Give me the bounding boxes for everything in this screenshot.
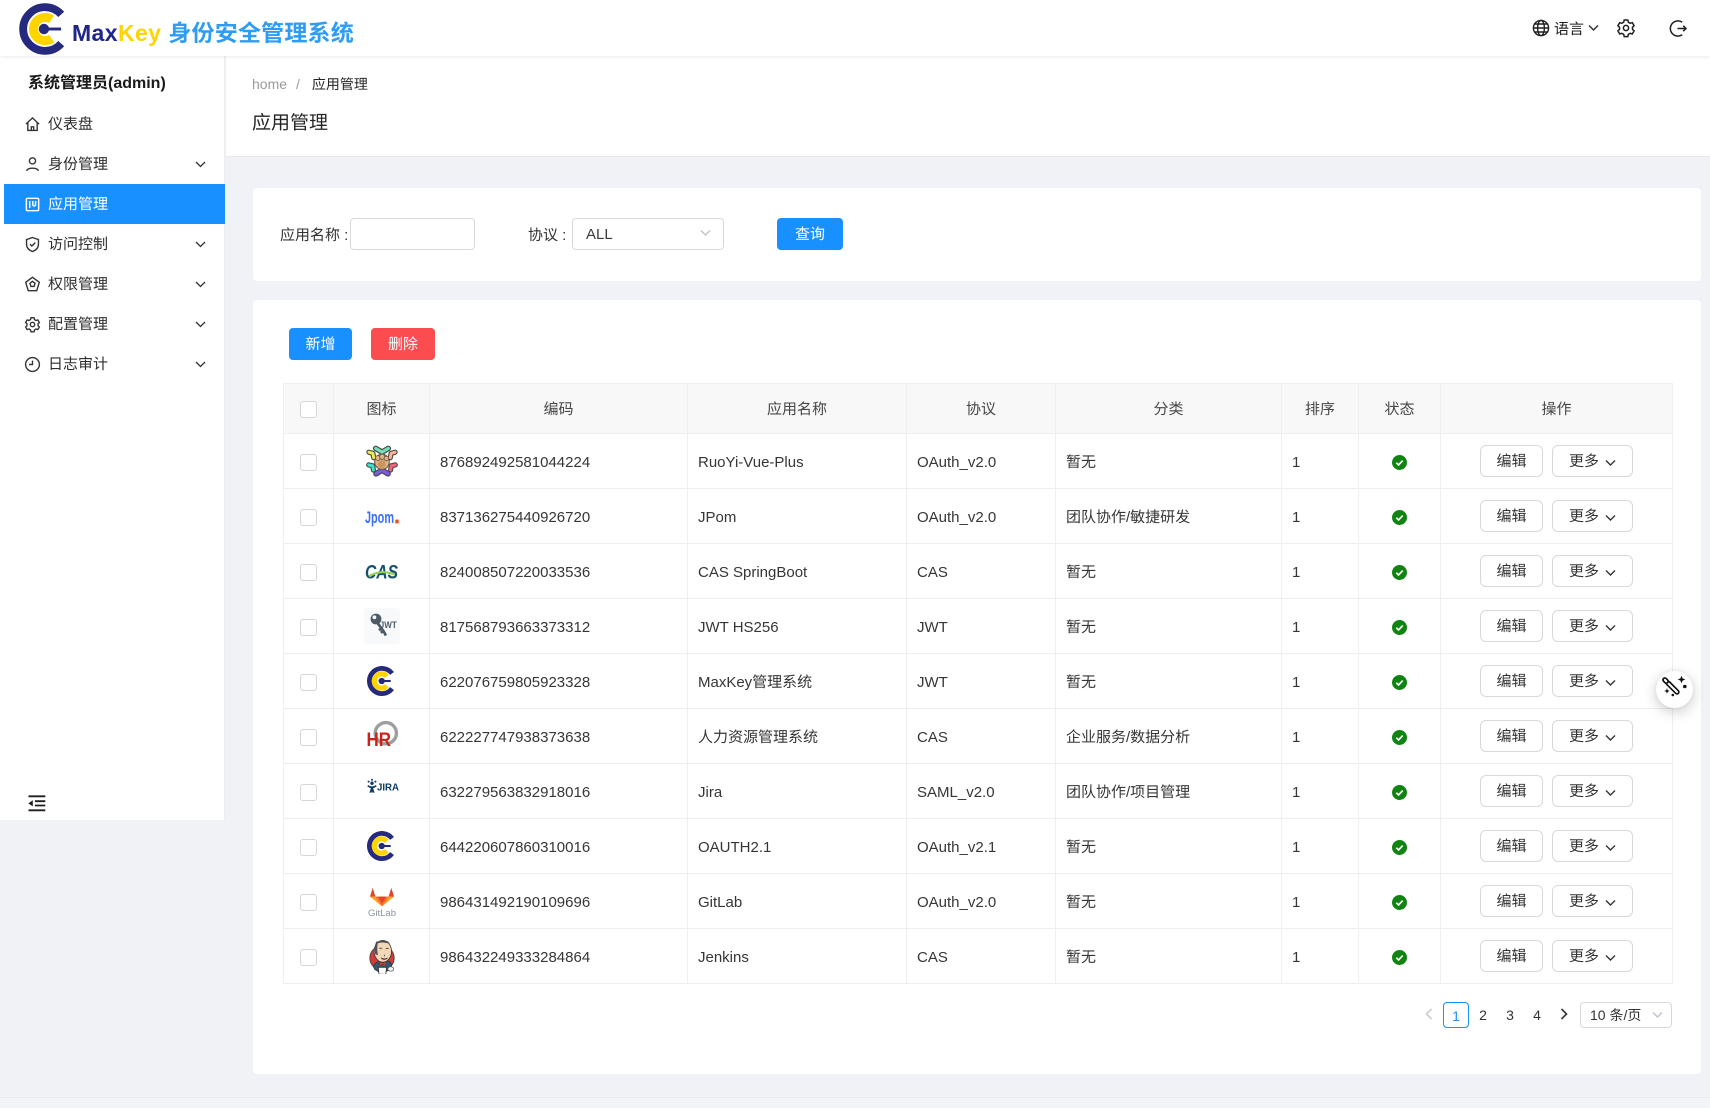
svg-text:Jpom: Jpom <box>365 509 394 527</box>
svg-text:JWT: JWT <box>379 620 396 630</box>
svg-text:HR: HR <box>366 729 391 751</box>
svg-text:JIRA: JIRA <box>377 781 399 793</box>
svg-text:GitLab: GitLab <box>368 908 396 919</box>
